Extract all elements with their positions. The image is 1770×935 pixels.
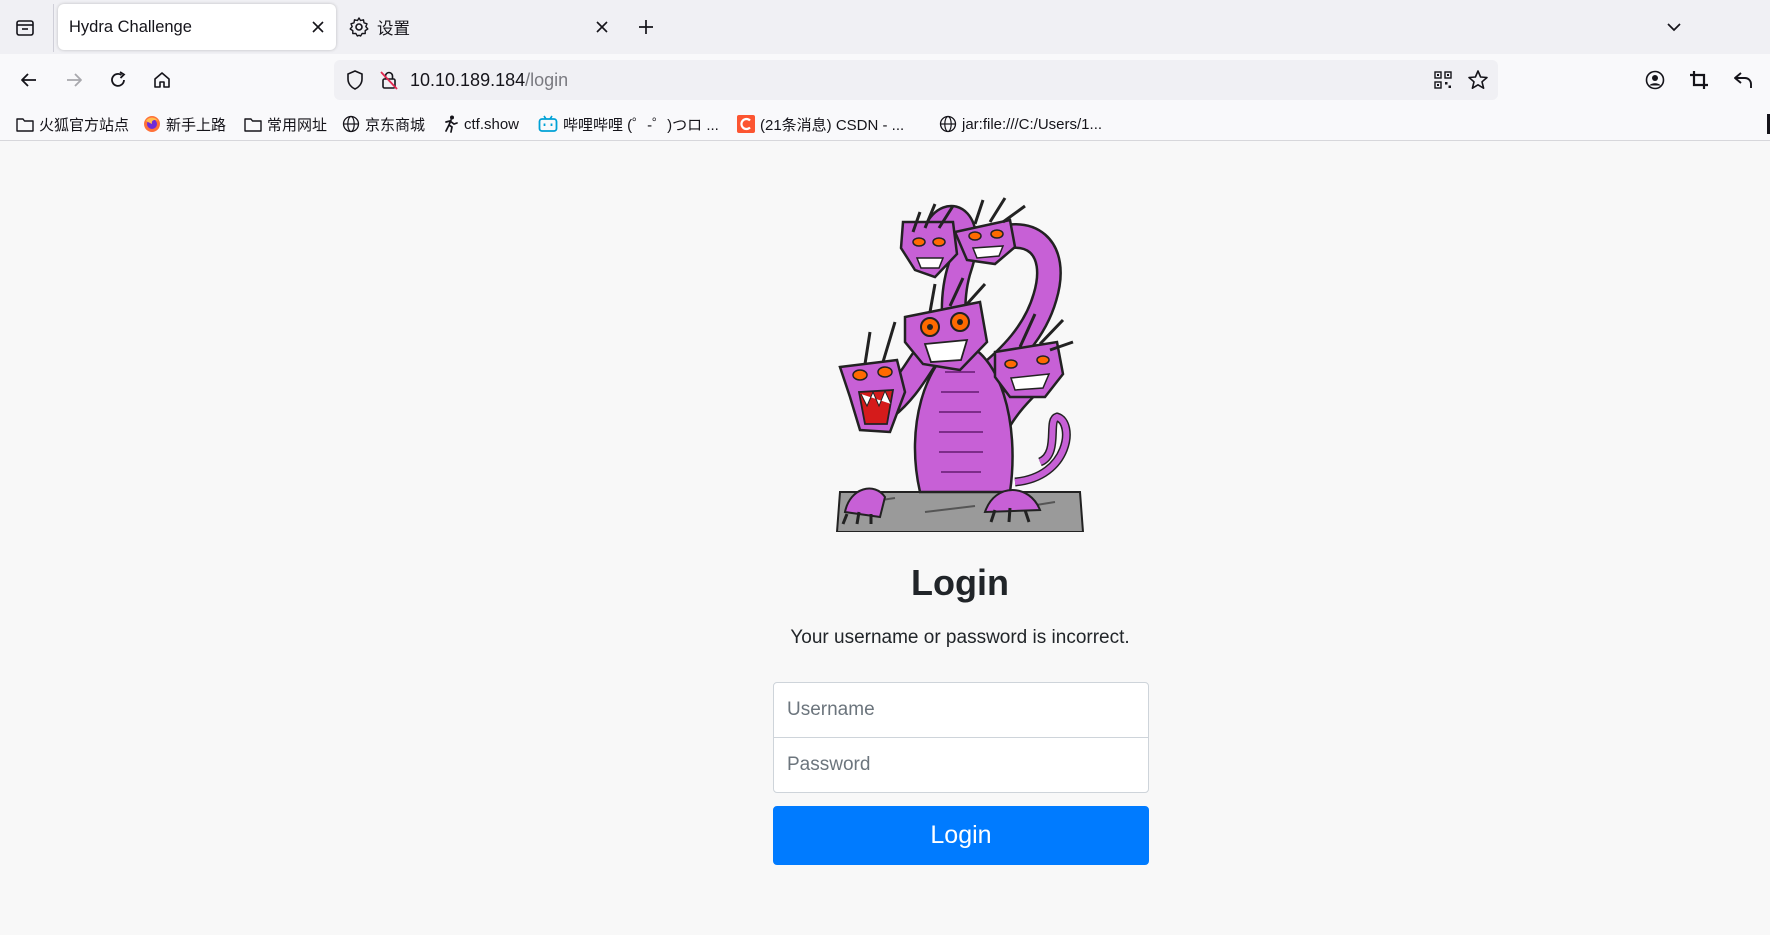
firefox-view-button[interactable] xyxy=(6,9,44,47)
plus-icon xyxy=(639,20,653,34)
account-icon xyxy=(1645,70,1665,90)
new-tab-button[interactable] xyxy=(628,9,664,45)
username-input[interactable] xyxy=(773,682,1149,738)
bookmark-label: 新手上路 xyxy=(166,116,227,134)
back-button[interactable] xyxy=(10,61,48,99)
runner-icon xyxy=(445,115,458,133)
page-content: Login Your username or password is incor… xyxy=(0,142,1770,935)
page-title: Login xyxy=(911,562,1009,603)
arrow-right-icon xyxy=(67,73,82,87)
tab-close-button[interactable] xyxy=(590,15,614,39)
tab-separator xyxy=(53,4,54,52)
firefox-icon xyxy=(144,116,160,132)
bookmark-jar-file[interactable]: jar:file:///C:/Users/1... xyxy=(939,112,1102,136)
arrow-left-icon xyxy=(21,73,36,87)
login-button[interactable]: Login xyxy=(773,806,1149,865)
reload-button[interactable] xyxy=(99,61,137,99)
csdn-icon xyxy=(737,115,755,133)
globe-icon xyxy=(342,115,360,133)
password-input[interactable] xyxy=(773,737,1149,793)
home-button[interactable] xyxy=(143,61,181,99)
bookmark-label: (21条消息) CSDN - ... xyxy=(760,116,905,134)
folder-icon xyxy=(16,118,34,132)
account-button[interactable] xyxy=(1636,61,1674,99)
navigation-toolbar: 10.10.189.184/login xyxy=(0,54,1770,108)
bookmark-label: 哔哩哔哩 (゜-゜)つロ ... xyxy=(563,116,719,134)
close-icon xyxy=(596,21,608,33)
url-text[interactable]: 10.10.189.184/login xyxy=(410,70,568,91)
bookmark-label: 京东商城 xyxy=(365,116,426,134)
crop-icon xyxy=(1690,71,1708,89)
hydra-head-left xyxy=(838,321,907,434)
undo-arrow-icon xyxy=(1734,72,1752,88)
bookmark-csdn[interactable]: (21条消息) CSDN - ... xyxy=(737,112,904,136)
screenshot-button[interactable] xyxy=(1680,61,1718,99)
chevron-down-icon xyxy=(1667,23,1681,32)
undo-button[interactable] xyxy=(1724,61,1762,99)
bookmark-getting-started[interactable]: 新手上路 xyxy=(143,112,226,136)
bookmark-folder-common[interactable]: 常用网址 xyxy=(244,112,327,136)
bookmark-label: jar:file:///C:/Users/1... xyxy=(962,115,1103,133)
forward-button[interactable] xyxy=(55,61,93,99)
bilibili-icon xyxy=(538,115,558,132)
tab-close-button[interactable] xyxy=(306,15,330,39)
reload-icon xyxy=(111,71,126,87)
bookmark-jd[interactable]: 京东商城 xyxy=(342,112,425,136)
login-form: Login xyxy=(773,682,1149,865)
close-icon xyxy=(312,21,324,33)
qr-code-icon[interactable] xyxy=(1432,69,1454,91)
shield-icon[interactable] xyxy=(344,69,366,91)
bookmark-star-icon[interactable] xyxy=(1466,68,1490,92)
firefox-view-icon xyxy=(16,20,34,36)
tab-settings[interactable]: 设置 xyxy=(342,4,620,50)
gear-icon xyxy=(349,17,369,37)
list-all-tabs-button[interactable] xyxy=(1656,9,1692,45)
url-path: /login xyxy=(525,70,569,90)
bookmark-label: ctf.show xyxy=(464,115,520,133)
error-message: Your username or password is incorrect. xyxy=(790,627,1130,648)
hydra-illustration xyxy=(835,197,1085,532)
tab-hydra-challenge[interactable]: Hydra Challenge xyxy=(58,4,336,50)
tab-title: Hydra Challenge xyxy=(69,17,192,36)
insecure-lock-icon[interactable] xyxy=(378,69,400,91)
folder-icon xyxy=(244,118,262,132)
bookmark-label: 常用网址 xyxy=(267,116,328,134)
globe-icon xyxy=(939,115,957,133)
home-icon xyxy=(154,72,170,88)
url-bar[interactable]: 10.10.189.184/login xyxy=(334,60,1498,100)
tab-title: 设置 xyxy=(377,20,410,38)
url-host: 10.10.189.184 xyxy=(410,70,526,90)
bookmark-folder-firefox[interactable]: 火狐官方站点 xyxy=(16,112,129,136)
bookmarks-toolbar: 火狐官方站点 新手上路 常用网址 京东商城 ctf.show 哔哩哔哩 (゜-゜… xyxy=(0,108,1770,141)
bookmark-bilibili[interactable]: 哔哩哔哩 (゜-゜)つロ ... xyxy=(538,112,719,136)
bookmark-label: 火狐官方站点 xyxy=(39,116,130,134)
bookmark-ctfshow[interactable]: ctf.show xyxy=(443,112,519,136)
tab-strip: Hydra Challenge 设置 xyxy=(0,0,1770,54)
